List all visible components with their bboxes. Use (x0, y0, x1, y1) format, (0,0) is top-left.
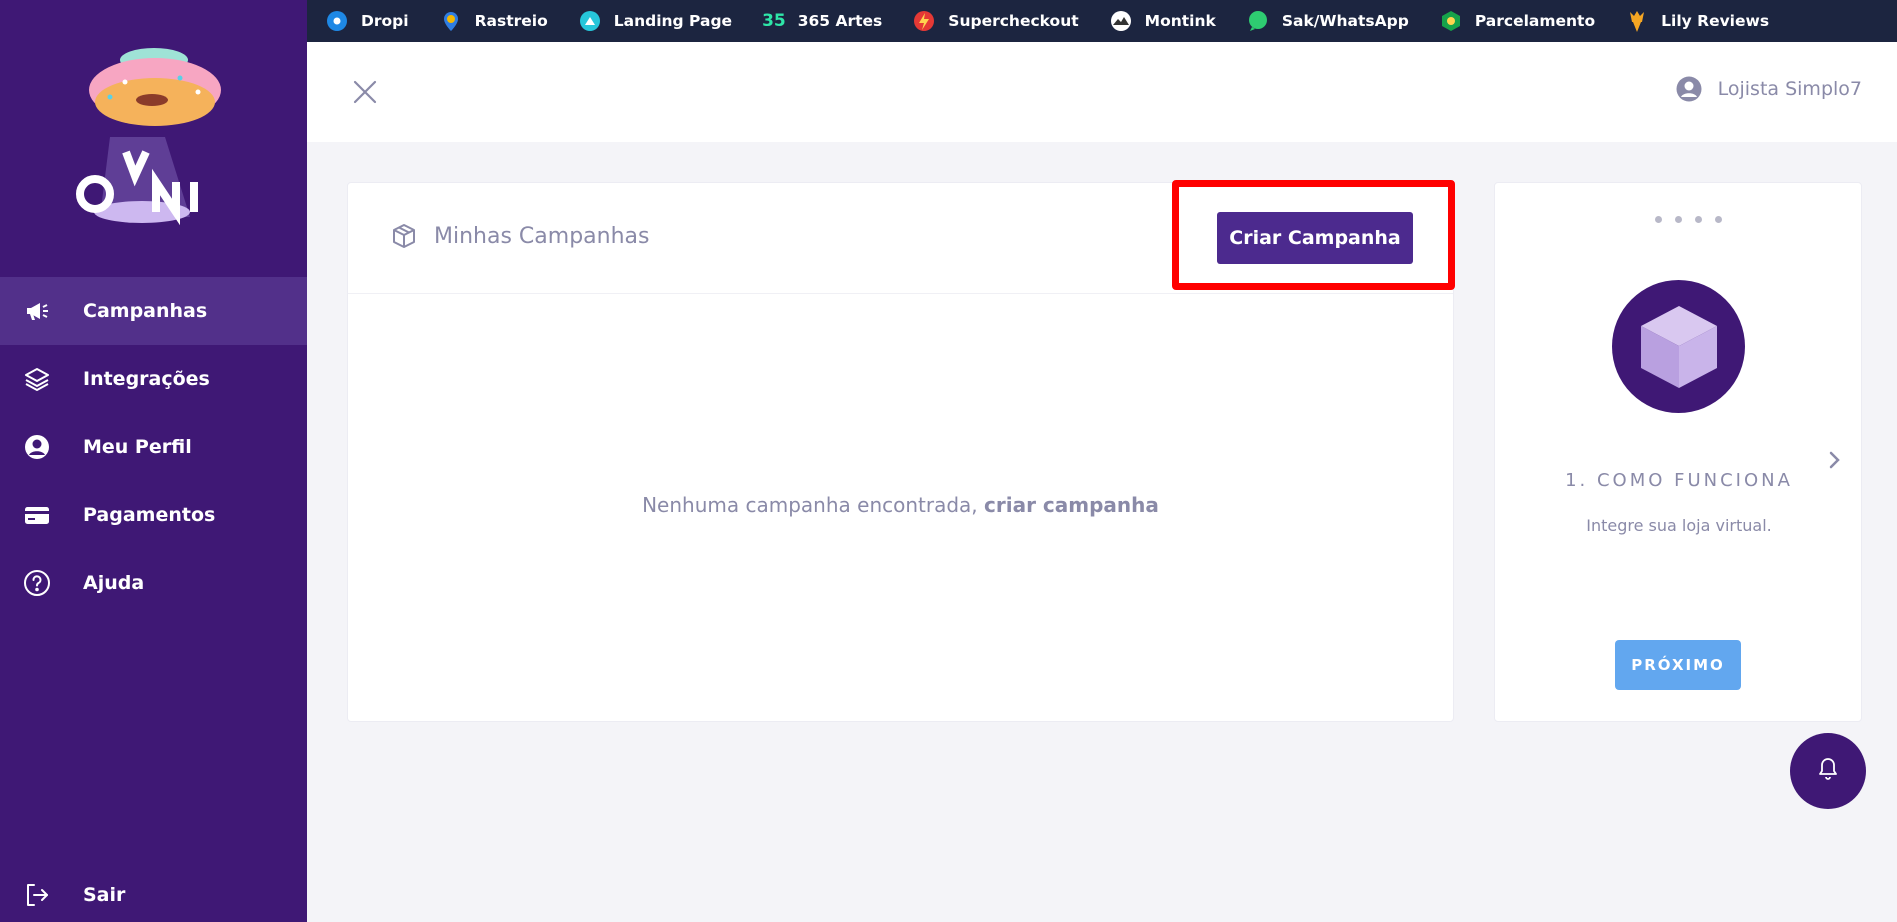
sidebar-item-integracoes[interactable]: Integrações (0, 345, 307, 413)
supercheckout-icon (912, 9, 936, 33)
sidebar-item-label: Campanhas (83, 300, 208, 322)
dropi-icon (325, 9, 349, 33)
create-campaign-link[interactable]: criar campanha (984, 493, 1159, 517)
sidebar-item-campanhas[interactable]: Campanhas (0, 277, 307, 345)
apps-topbar: Dropi Rastreio Landing Page 35 365 Artes… (307, 0, 1897, 42)
carousel-dot[interactable] (1655, 216, 1662, 223)
topbar-item-label: 365 Artes (797, 12, 883, 30)
sidebar-item-label: Ajuda (83, 572, 145, 594)
topbar-item-label: Supercheckout (948, 12, 1079, 30)
notifications-button[interactable] (1790, 733, 1866, 809)
page-header: Lojista Simplo7 (307, 42, 1897, 142)
chevron-right-icon[interactable] (1825, 445, 1845, 475)
credit-card-icon (22, 500, 52, 530)
topbar-item-label: Parcelamento (1474, 12, 1596, 30)
logout-label: Sair (83, 884, 126, 906)
rastreio-icon (439, 9, 463, 33)
365-artes-icon: 35 (762, 11, 786, 31)
montink-icon (1109, 9, 1133, 33)
topbar-item-rastreio[interactable]: Rastreio (439, 9, 548, 33)
empty-state-message: Nenhuma campanha encontrada, criar campa… (348, 493, 1453, 517)
landing-page-icon (578, 9, 602, 33)
sidebar-item-label: Pagamentos (83, 504, 216, 526)
user-avatar-icon (1676, 76, 1702, 102)
ovni-logo[interactable] (70, 42, 230, 232)
logout-button[interactable]: Sair (0, 861, 307, 922)
next-button[interactable]: PRÓXIMO (1615, 640, 1741, 690)
user-name: Lojista Simplo7 (1717, 78, 1862, 100)
topbar-item-label: Montink (1144, 12, 1216, 30)
topbar-item-landing-page[interactable]: Landing Page (578, 9, 732, 33)
onboarding-step-title: 1. COMO FUNCIONA (1565, 470, 1793, 491)
sidebar: Campanhas Integrações Meu Perfil Pagamen… (0, 0, 307, 922)
topbar-item-365-artes[interactable]: 35 365 Artes (762, 9, 882, 33)
lily-reviews-icon (1625, 9, 1649, 33)
card-title: Minhas Campanhas (390, 222, 649, 250)
layers-icon (22, 364, 52, 394)
topbar-item-dropi[interactable]: Dropi (325, 9, 409, 33)
bell-icon (1816, 756, 1840, 786)
cube-icon (1640, 305, 1717, 388)
page-title: Minhas Campanhas (434, 223, 650, 249)
user-menu[interactable]: Lojista Simplo7 (1676, 76, 1862, 102)
sidebar-item-meu-perfil[interactable]: Meu Perfil (0, 413, 307, 481)
whatsapp-icon (1246, 9, 1270, 33)
topbar-item-label: Lily Reviews (1661, 12, 1770, 30)
topbar-item-supercheckout[interactable]: Supercheckout (912, 9, 1079, 33)
carousel-dot[interactable] (1715, 216, 1722, 223)
cube-illustration (1612, 280, 1745, 413)
user-circle-icon (22, 432, 52, 462)
onboarding-step-description: Integre sua loja virtual. (1586, 516, 1772, 535)
sidebar-item-label: Meu Perfil (83, 436, 192, 458)
topbar-item-label: Dropi (361, 12, 409, 30)
sidebar-item-label: Integrações (83, 368, 210, 390)
topbar-item-lily-reviews[interactable]: Lily Reviews (1625, 9, 1769, 33)
topbar-item-label: Sak/WhatsApp (1281, 12, 1409, 30)
create-campaign-button[interactable]: Criar Campanha (1217, 212, 1413, 264)
box-icon (390, 222, 418, 250)
sidebar-item-ajuda[interactable]: Ajuda (0, 549, 307, 617)
carousel-dots (1655, 216, 1735, 223)
topbar-item-montink[interactable]: Montink (1109, 9, 1216, 33)
topbar-item-label: Rastreio (474, 12, 548, 30)
logout-icon (22, 880, 52, 910)
parcelamento-icon (1439, 9, 1463, 33)
onboarding-card: 1. COMO FUNCIONA Integre sua loja virtua… (1494, 182, 1862, 722)
close-icon[interactable] (352, 79, 378, 105)
topbar-item-label: Landing Page (613, 12, 733, 30)
megaphone-icon (22, 296, 52, 326)
topbar-item-parcelamento[interactable]: Parcelamento (1439, 9, 1595, 33)
topbar-item-sak-whatsapp[interactable]: Sak/WhatsApp (1246, 9, 1409, 33)
help-circle-icon (22, 568, 52, 598)
empty-state-text: Nenhuma campanha encontrada, (642, 493, 978, 517)
carousel-dot[interactable] (1675, 216, 1682, 223)
sidebar-item-pagamentos[interactable]: Pagamentos (0, 481, 307, 549)
carousel-dot[interactable] (1695, 216, 1702, 223)
